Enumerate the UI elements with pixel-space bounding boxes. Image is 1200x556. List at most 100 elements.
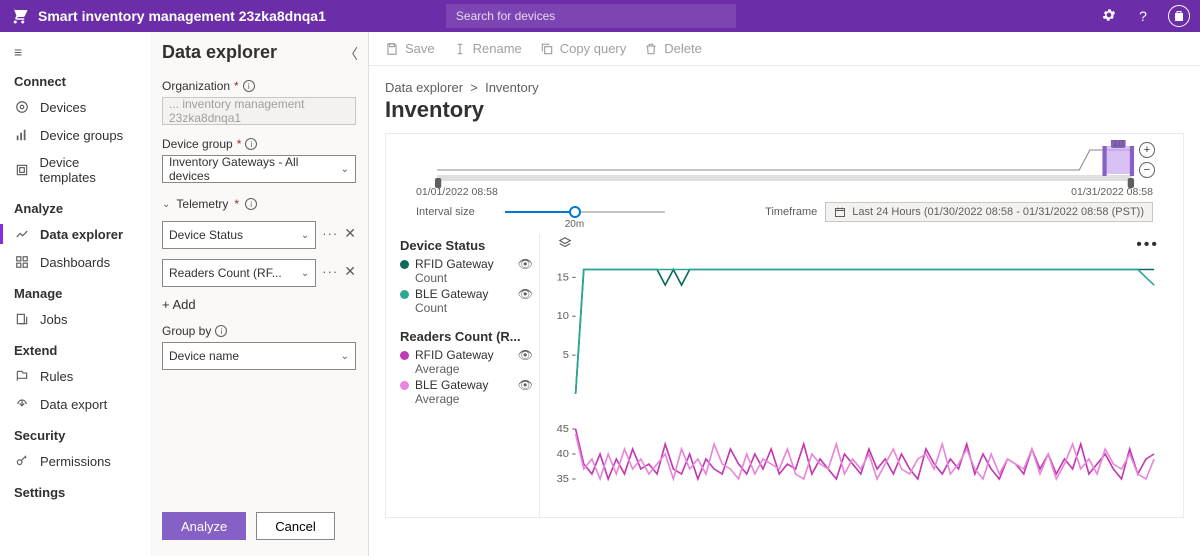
legend-item[interactable]: RFID GatewayAverage 👁	[400, 348, 533, 376]
interval-row: Interval size 20m Timeframe Last 24 Hour…	[396, 200, 1173, 230]
telemetry-select-2[interactable]: Readers Count (RF...⌄	[162, 259, 316, 287]
legend-item[interactable]: BLE GatewayAverage 👁	[400, 378, 533, 406]
nav-item-jobs[interactable]: Jobs	[0, 305, 150, 333]
device-templates-icon	[14, 162, 29, 178]
svg-text:35: 35	[557, 473, 569, 484]
cancel-button[interactable]: Cancel	[256, 512, 334, 540]
app-logo-icon	[10, 7, 28, 25]
nav-label: Rules	[40, 369, 73, 384]
svg-text:5: 5	[563, 350, 569, 361]
nav-section-connect: Connect	[0, 64, 150, 93]
search-input[interactable]	[446, 4, 736, 28]
visibility-toggle-icon[interactable]: 👁	[518, 378, 533, 392]
groupby-label: Group byi	[162, 324, 356, 338]
help-icon[interactable]: ?	[1134, 8, 1152, 24]
legend-item[interactable]: RFID GatewayCount 👁	[400, 257, 533, 285]
nav-item-dashboards[interactable]: Dashboards	[0, 248, 150, 276]
save-button[interactable]: Save	[385, 41, 435, 56]
add-telemetry-button[interactable]: + Add	[162, 297, 356, 312]
interval-value: 20m	[565, 219, 584, 230]
nav-item-rules[interactable]: Rules	[0, 362, 150, 390]
groupby-select[interactable]: Device name⌄	[162, 342, 356, 370]
device-groups-icon	[14, 127, 30, 143]
nav-section-analyze: Analyze	[0, 191, 150, 220]
info-icon[interactable]: i	[215, 325, 227, 337]
panel-collapse-icon[interactable]: 〈	[344, 44, 358, 64]
legend-item[interactable]: BLE GatewayCount 👁	[400, 287, 533, 315]
delete-button[interactable]: Delete	[644, 41, 702, 56]
devices-icon	[14, 99, 30, 115]
breadcrumb-root[interactable]: Data explorer	[385, 80, 463, 95]
telemetry-heading[interactable]: ⌄ Telemetry *i	[162, 197, 356, 211]
svg-text:01/31/2022 08:58: 01/31/2022 08:58	[1071, 187, 1153, 198]
settings-gear-icon[interactable]	[1100, 7, 1118, 26]
nav-label: Device templates	[39, 155, 136, 185]
user-avatar[interactable]	[1168, 5, 1190, 27]
nav-item-data-explorer[interactable]: Data explorer	[0, 220, 150, 248]
info-icon[interactable]: i	[245, 198, 257, 210]
svg-text:10: 10	[557, 311, 569, 322]
org-select[interactable]: ... inventory management 23zka8dnqa1	[162, 97, 356, 125]
visibility-toggle-icon[interactable]: 👁	[518, 257, 533, 271]
chart-more-icon[interactable]: •••	[1136, 236, 1159, 254]
nav-item-data-export[interactable]: Data export	[0, 390, 150, 418]
zoom-in-icon[interactable]: +	[1139, 142, 1155, 158]
telemetry-more-icon[interactable]: ···	[322, 226, 338, 241]
nav-section-settings: Settings	[0, 475, 150, 504]
nav-section-extend: Extend	[0, 333, 150, 362]
interval-slider[interactable]: 20m	[505, 205, 665, 219]
series-color-icon	[400, 351, 409, 360]
rules-icon	[14, 368, 30, 384]
nav-label: Devices	[40, 100, 86, 115]
nav-label: Jobs	[40, 312, 67, 327]
nav-item-devices[interactable]: Devices	[0, 93, 150, 121]
nav-label: Device groups	[40, 128, 123, 143]
svg-text:40: 40	[557, 448, 569, 459]
layers-icon[interactable]	[558, 236, 572, 253]
nav-collapse-icon[interactable]: ≡	[0, 40, 150, 64]
page-title: Inventory	[369, 95, 1200, 133]
nav-item-device-groups[interactable]: Device groups	[0, 121, 150, 149]
nav-item-permissions[interactable]: Permissions	[0, 447, 150, 475]
nav-label: Data export	[40, 397, 107, 412]
series-color-icon	[400, 290, 409, 299]
rename-button[interactable]: Rename	[453, 41, 522, 56]
data-explorer-icon	[14, 226, 30, 242]
telemetry-remove-icon[interactable]: ✕	[344, 263, 356, 280]
top-bar: Smart inventory management 23zka8dnqa1 ?	[0, 0, 1200, 32]
timeframe-button[interactable]: Last 24 Hours (01/30/2022 08:58 - 01/31/…	[825, 202, 1153, 222]
config-panel: Data explorer 〈 Organization*i ... inven…	[150, 32, 369, 556]
telemetry-more-icon[interactable]: ···	[322, 264, 338, 279]
time-range-selector[interactable]: 01/01/2022 08:58 01/31/2022 08:58 1d + −	[416, 140, 1153, 200]
breadcrumb: Data explorer > Inventory	[369, 66, 1200, 95]
visibility-toggle-icon[interactable]: 👁	[518, 287, 533, 301]
legend-section-1: Device Status	[400, 238, 533, 253]
chart-container: 01/01/2022 08:58 01/31/2022 08:58 1d + −…	[385, 133, 1184, 518]
analyze-button[interactable]: Analyze	[162, 512, 246, 540]
org-label: Organization*i	[162, 79, 356, 93]
info-icon[interactable]: i	[243, 80, 255, 92]
legend-section-2: Readers Count (R...	[400, 329, 533, 344]
data-export-icon	[14, 396, 30, 412]
telemetry-remove-icon[interactable]: ✕	[344, 225, 356, 242]
info-icon[interactable]: i	[245, 138, 257, 150]
zoom-out-icon[interactable]: −	[1139, 162, 1155, 178]
telemetry-select-1[interactable]: Device Status⌄	[162, 221, 316, 249]
main-content: Save Rename Copy query Delete Data explo…	[369, 32, 1200, 556]
chevron-down-icon: ⌄	[301, 268, 309, 279]
copy-query-button[interactable]: Copy query	[540, 41, 626, 56]
chevron-down-icon: ⌄	[301, 230, 309, 241]
app-title: Smart inventory management 23zka8dnqa1	[38, 8, 326, 24]
nav-section-manage: Manage	[0, 276, 150, 305]
permissions-icon	[14, 453, 30, 469]
chevron-down-icon: ⌄	[341, 164, 349, 175]
visibility-toggle-icon[interactable]: 👁	[518, 348, 533, 362]
jobs-icon	[14, 311, 30, 327]
interval-label: Interval size	[416, 206, 475, 218]
series-color-icon	[400, 381, 409, 390]
panel-title: Data explorer	[162, 42, 356, 63]
timeframe-label: Timeframe	[765, 206, 817, 218]
nav-item-device-templates[interactable]: Device templates	[0, 149, 150, 191]
legend-column: Device Status RFID GatewayCount 👁 BLE Ga…	[400, 234, 540, 517]
device-group-select[interactable]: Inventory Gateways - All devices⌄	[162, 155, 356, 183]
